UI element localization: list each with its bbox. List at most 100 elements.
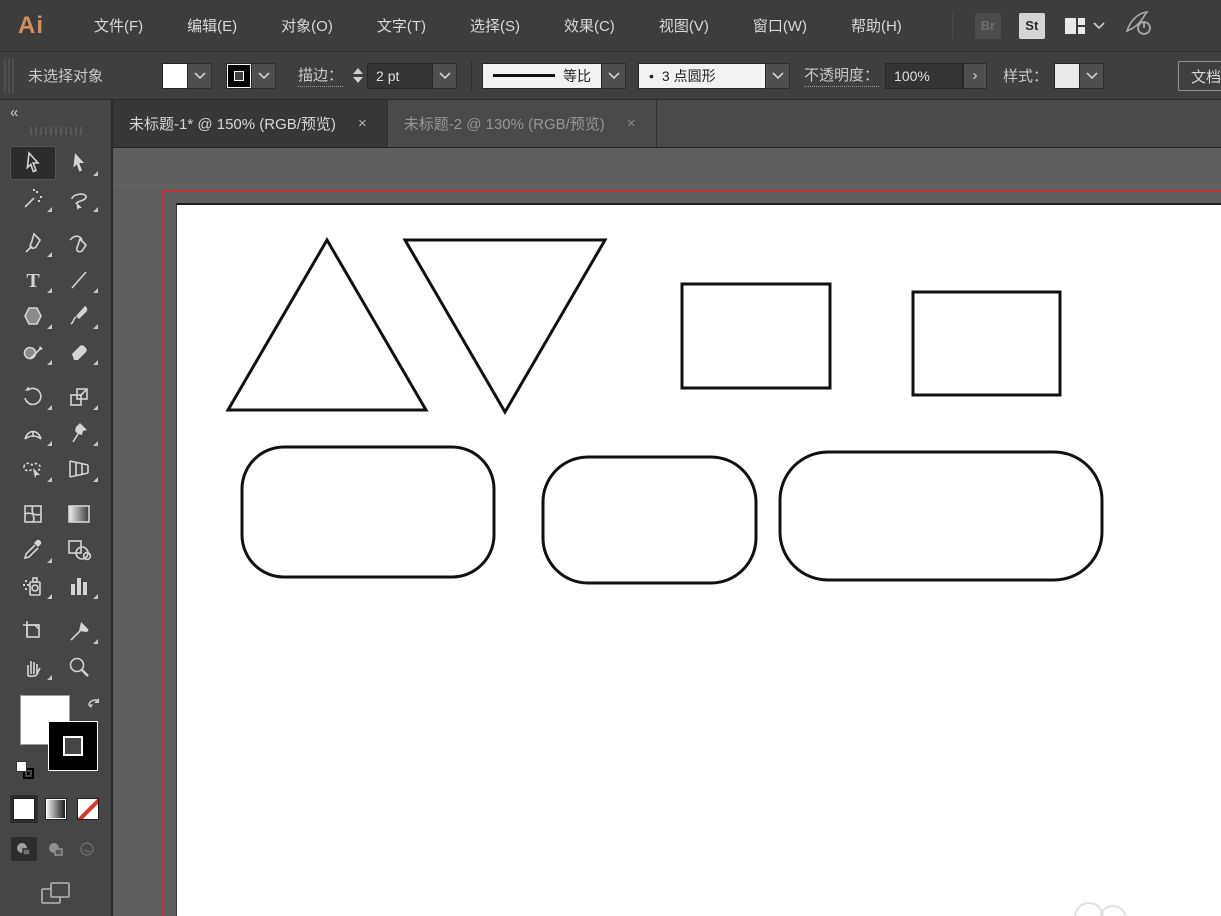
control-bar-divider — [471, 60, 473, 91]
puppet-warp-tool[interactable] — [56, 416, 102, 450]
menu-help[interactable]: 帮助(H) — [837, 7, 916, 44]
hand-tool[interactable] — [10, 650, 56, 684]
brush-control[interactable]: • 3 点圆形 — [638, 62, 791, 89]
rectangle-1[interactable] — [680, 282, 832, 390]
perspective-grid-tool[interactable] — [56, 452, 102, 486]
shape-builder-tool[interactable] — [10, 452, 56, 486]
color-button[interactable] — [9, 795, 38, 823]
stock-icon[interactable]: St — [1018, 12, 1045, 39]
collapse-panel-button[interactable]: « — [0, 100, 28, 125]
rounded-rect-2[interactable] — [541, 455, 758, 585]
control-bar-grip[interactable] — [4, 57, 16, 94]
draw-behind-icon[interactable] — [43, 837, 69, 861]
chevron-down-icon — [1085, 71, 1098, 79]
gradient-button[interactable] — [42, 795, 70, 823]
gradient-tool[interactable] — [56, 497, 102, 531]
curvature-tool[interactable] — [56, 227, 102, 261]
lasso-tool[interactable] — [56, 182, 102, 216]
stroke-weight-stepper[interactable] — [349, 68, 367, 83]
rounded-rect-1[interactable] — [240, 445, 496, 579]
width-tool[interactable] — [10, 416, 56, 450]
opacity-label[interactable]: 不透明度： — [804, 64, 880, 87]
faint-circle-1[interactable] — [1074, 902, 1104, 916]
triangle-down[interactable] — [402, 238, 608, 415]
rounded-rect-3[interactable] — [778, 450, 1104, 582]
canvas-viewport[interactable] — [113, 148, 1221, 916]
draw-normal-icon[interactable] — [10, 837, 37, 861]
slice-tool[interactable] — [56, 614, 102, 648]
stroke-color-box[interactable] — [47, 721, 98, 771]
rectangle-2[interactable] — [911, 290, 1062, 397]
chevron-down-icon — [771, 71, 784, 79]
menu-file[interactable]: 文件(F) — [80, 7, 157, 44]
line-segment-tool[interactable] — [56, 263, 102, 297]
stroke-profile-label: 等比 — [563, 67, 592, 84]
opacity-expand-button[interactable]: › — [963, 62, 988, 89]
stroke-weight-dropdown-button[interactable] — [433, 62, 458, 89]
tab-untitled-1[interactable]: 未标题-1* @ 150% (RGB/预览) × — [113, 100, 388, 147]
stroke-dropdown-button[interactable] — [252, 62, 276, 89]
shaper-tool[interactable] — [10, 335, 56, 369]
menu-edit[interactable]: 编辑(E) — [173, 7, 251, 44]
style-swatch[interactable] — [1054, 62, 1081, 89]
fill-swatch[interactable] — [162, 62, 188, 89]
menu-effect[interactable]: 效果(C) — [550, 7, 629, 44]
none-button[interactable] — [74, 795, 102, 823]
menubar-divider — [951, 12, 953, 39]
close-icon[interactable]: × — [354, 113, 371, 134]
tools-panel-grip[interactable] — [29, 127, 82, 135]
arrange-documents-icon[interactable] — [1063, 15, 1105, 37]
chevron-down-icon — [1093, 21, 1105, 29]
stroke-weight-field[interactable]: 2 pt — [367, 62, 434, 89]
polygon-tool[interactable] — [10, 299, 56, 333]
stroke-weight-label[interactable]: 描边： — [298, 64, 344, 87]
rotate-tool[interactable] — [10, 380, 56, 414]
faint-circle-2[interactable] — [1099, 905, 1127, 916]
gpu-performance-icon[interactable] — [1123, 9, 1153, 42]
tab-untitled-2[interactable]: 未标题-2 @ 130% (RGB/预览) × — [387, 100, 657, 147]
stroke-color-control[interactable] — [226, 62, 276, 89]
default-fill-stroke-icon[interactable] — [15, 761, 34, 779]
opacity-field[interactable]: 100% — [885, 62, 964, 89]
magic-wand-tool[interactable] — [10, 182, 56, 216]
type-tool[interactable]: T — [10, 263, 56, 297]
menu-object[interactable]: 对象(O) — [267, 7, 347, 44]
screen-mode-icon[interactable] — [38, 879, 74, 914]
zoom-tool[interactable] — [56, 650, 102, 684]
mesh-tool[interactable] — [10, 497, 56, 531]
selection-tool[interactable] — [9, 146, 56, 180]
blend-tool[interactable] — [56, 533, 102, 567]
stroke-profile-control[interactable]: 等比 — [482, 62, 627, 89]
menu-window[interactable]: 窗口(W) — [739, 7, 821, 44]
document-setup-button[interactable]: 文档设置 — [1178, 61, 1221, 91]
menu-select[interactable]: 选择(S) — [456, 7, 534, 44]
close-icon[interactable]: × — [623, 113, 640, 134]
style-dropdown-button[interactable] — [1080, 62, 1105, 89]
artboard-tool[interactable] — [10, 614, 56, 648]
brush-dot: • — [649, 67, 654, 84]
triangle-up[interactable] — [225, 237, 429, 412]
brush-dropdown-button[interactable] — [766, 62, 791, 89]
symbol-sprayer-tool[interactable] — [10, 569, 56, 603]
stroke-profile-dropdown[interactable]: 等比 — [482, 62, 603, 89]
brush-dropdown[interactable]: • 3 点圆形 — [638, 62, 767, 89]
eyedropper-tool[interactable] — [10, 533, 56, 567]
paintbrush-tool[interactable] — [56, 299, 102, 333]
direct-selection-tool[interactable] — [56, 146, 102, 180]
pen-tool[interactable] — [10, 227, 56, 261]
menu-view[interactable]: 视图(V) — [645, 7, 723, 44]
chevron-down-icon — [607, 71, 620, 79]
draw-inside-icon[interactable] — [75, 837, 101, 861]
swap-fill-stroke-icon[interactable] — [86, 695, 104, 716]
stroke-profile-dropdown-button[interactable] — [602, 62, 627, 89]
fill-dropdown-button[interactable] — [188, 62, 212, 89]
eraser-tool[interactable] — [56, 335, 102, 369]
column-graph-tool[interactable] — [56, 569, 102, 603]
scale-tool[interactable] — [56, 380, 102, 414]
stroke-swatch[interactable] — [226, 62, 252, 89]
artboard-shapes[interactable] — [113, 148, 1221, 916]
fill-color-control[interactable] — [162, 62, 212, 89]
menu-type[interactable]: 文字(T) — [363, 7, 440, 44]
app-logo: Ai — [18, 11, 44, 39]
bridge-icon[interactable]: Br — [974, 12, 1001, 39]
